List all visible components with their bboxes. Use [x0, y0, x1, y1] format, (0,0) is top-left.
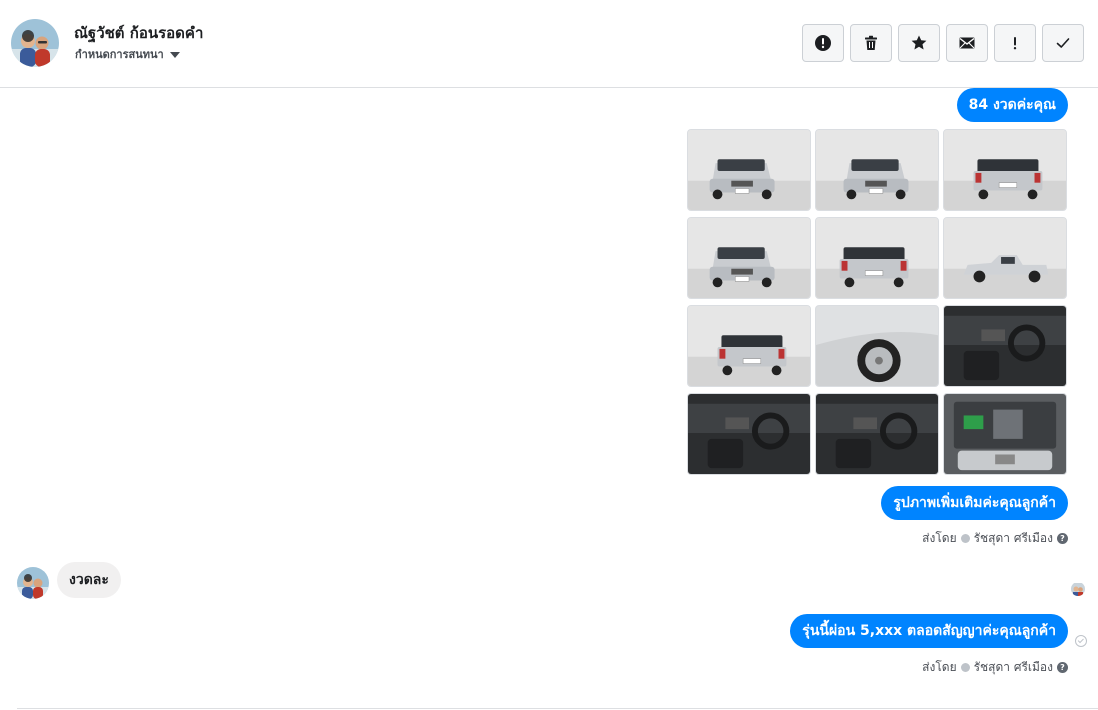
car-photo-image	[816, 130, 938, 210]
trash-icon	[865, 35, 877, 50]
follow-up-button[interactable]	[994, 24, 1036, 62]
photo-rear[interactable]	[815, 217, 939, 299]
agent-check-icon	[960, 534, 970, 543]
photo-engine[interactable]	[943, 393, 1067, 475]
assign-label: กำหนดการสนทนา	[75, 48, 164, 61]
help-icon[interactable]: ?	[1057, 662, 1068, 673]
car-photo-image	[944, 130, 1066, 210]
exclamation-icon	[1013, 37, 1017, 50]
sent-by-prefix: ส่งโดย	[922, 531, 957, 545]
conversation-header: ณัฐวัชต์ ก้อนรอดคำ กำหนดการสนทนา	[0, 0, 1098, 88]
car-photo-image	[944, 394, 1066, 474]
assign-conversation-dropdown[interactable]: กำหนดการสนทนา	[75, 45, 180, 63]
photo-gear-shift[interactable]	[943, 305, 1067, 387]
contact-avatar[interactable]	[11, 19, 59, 67]
photo-side[interactable]	[943, 217, 1067, 299]
outgoing-message[interactable]: 84 งวดค่ะคุณ	[956, 88, 1068, 122]
mark-unread-button[interactable]	[946, 24, 988, 62]
sent-by-prefix: ส่งโดย	[922, 660, 957, 674]
car-photo-image	[816, 218, 938, 298]
conversation-toolbar	[802, 24, 1084, 62]
contact-name[interactable]: ณัฐวัชต์ ก้อนรอดคำ	[74, 21, 203, 45]
star-button[interactable]	[898, 24, 940, 62]
report-spam-button[interactable]	[802, 24, 844, 62]
mark-done-button[interactable]	[1042, 24, 1084, 62]
car-photo-image	[944, 218, 1066, 298]
car-photo-image	[688, 218, 810, 298]
seen-by-avatar	[1071, 582, 1085, 596]
contact-avatar-small[interactable]	[17, 567, 49, 599]
star-icon	[911, 35, 927, 50]
photo-wheel[interactable]	[815, 305, 939, 387]
car-photo-image	[816, 394, 938, 474]
composer-divider	[17, 708, 1098, 709]
photo-front-left[interactable]	[687, 129, 811, 211]
help-icon[interactable]: ?	[1057, 533, 1068, 544]
delivered-check-icon	[1075, 635, 1087, 647]
photo-steering[interactable]	[815, 393, 939, 475]
sent-by-label: ส่งโดย รัชสุดา ศรีเมือง ?	[922, 658, 1068, 677]
sent-by-label: ส่งโดย รัชสุดา ศรีเมือง ?	[922, 529, 1068, 548]
delete-button[interactable]	[850, 24, 892, 62]
photo-rear-left[interactable]	[687, 305, 811, 387]
car-photo-image	[688, 394, 810, 474]
caret-down-icon	[169, 51, 180, 58]
check-icon	[1056, 38, 1070, 48]
car-photo-image	[816, 306, 938, 386]
incoming-message[interactable]: งวดละ	[57, 562, 121, 598]
outgoing-message[interactable]: รูปภาพเพิ่มเติมค่ะคุณลูกค้า	[881, 486, 1068, 520]
alert-circle-icon	[815, 35, 831, 51]
photo-attachment-grid	[687, 129, 1067, 475]
agent-check-icon	[960, 663, 970, 672]
envelope-icon	[959, 37, 975, 49]
outgoing-message[interactable]: รุ่นนี้ผ่อน 5,xxx ตลอดสัญญาค่ะคุณลูกค้า	[790, 614, 1068, 648]
car-photo-image	[688, 306, 810, 386]
sent-by-agent[interactable]: รัชสุดา ศรีเมือง	[974, 658, 1053, 677]
sent-by-agent[interactable]: รัชสุดา ศรีเมือง	[974, 529, 1053, 548]
car-photo-image	[688, 130, 810, 210]
photo-front[interactable]	[815, 129, 939, 211]
photo-dashboard[interactable]	[687, 393, 811, 475]
photo-front-left-2[interactable]	[687, 217, 811, 299]
car-photo-image	[944, 306, 1066, 386]
photo-rear-right[interactable]	[943, 129, 1067, 211]
